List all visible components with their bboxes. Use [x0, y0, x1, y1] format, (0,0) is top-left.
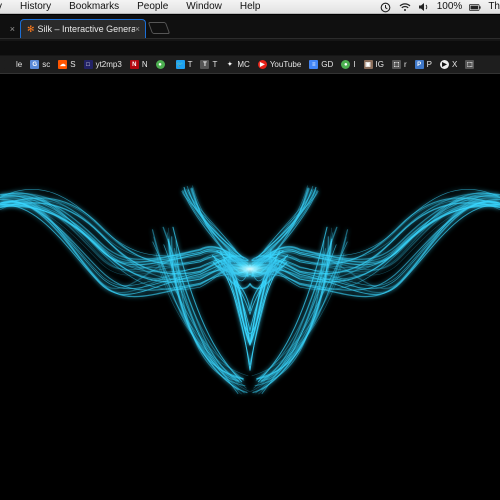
new-tab-button[interactable] — [147, 22, 171, 34]
bookmark-item[interactable]: ● — [152, 56, 172, 73]
bookmark-item[interactable]: ▣ IG — [360, 56, 388, 73]
toolbar — [0, 38, 500, 56]
bookmark-favicon-icon: ⬚ — [391, 60, 401, 69]
status-area: 100% Th — [380, 0, 500, 13]
silk-canvas[interactable] — [0, 74, 500, 500]
menu-bar: v History Bookmarks People Window Help 1… — [0, 0, 500, 14]
bookmark-label: le — [16, 60, 23, 69]
battery-icon[interactable] — [469, 1, 481, 13]
bookmark-label: sc — [42, 60, 51, 69]
address-bar[interactable] — [0, 41, 500, 55]
bookmark-label: GD — [321, 60, 334, 69]
bookmark-label: S — [70, 60, 76, 69]
bookmark-item[interactable]: ⬚ r — [388, 56, 411, 73]
bookmark-item[interactable]: 🐦 T — [172, 56, 197, 73]
silk-artwork — [0, 185, 500, 395]
bookmark-label: P — [426, 60, 432, 69]
silk-strand — [251, 204, 500, 283]
bookmark-item[interactable]: ● I — [337, 56, 359, 73]
close-icon[interactable]: × — [135, 24, 145, 34]
bookmark-favicon-icon — [4, 60, 13, 69]
silk-strand — [0, 204, 249, 269]
volume-icon[interactable] — [418, 1, 430, 13]
bookmark-item[interactable]: ⬚ — [461, 56, 481, 73]
bookmark-item[interactable]: ≡ GD — [305, 56, 337, 73]
bookmark-favicon-icon: N — [129, 60, 139, 69]
bookmark-favicon-icon: P — [414, 60, 424, 69]
bookmark-favicon-icon: ▶ — [439, 60, 449, 69]
bookmark-label: N — [141, 60, 148, 69]
bookmark-label: yt2mp3 — [95, 60, 122, 69]
bookmark-label: MC — [237, 60, 250, 69]
silk-strand — [0, 204, 249, 283]
menu-bookmarks[interactable]: Bookmarks — [60, 0, 128, 13]
bookmark-item[interactable]: □ yt2mp3 — [80, 56, 126, 73]
tab-strip: × ✻ Silk – Interactive Generative Art × — [0, 15, 500, 38]
tab-silk[interactable]: ✻ Silk – Interactive Generative Art × — [20, 19, 146, 38]
bookmark-favicon-icon: 🐦 — [175, 60, 185, 69]
silk-core-glow — [216, 255, 284, 283]
bookmark-favicon-icon: ▣ — [363, 60, 373, 69]
wifi-icon[interactable] — [399, 1, 411, 13]
bookmark-label: X — [451, 60, 458, 69]
bookmark-favicon-icon: ✦ — [225, 60, 235, 69]
bookmark-favicon-icon: □ — [83, 60, 93, 69]
bookmark-label: I — [353, 60, 356, 69]
bookmark-item[interactable]: Gsc — [26, 56, 54, 73]
menu-history[interactable]: History — [11, 0, 60, 13]
bookmark-item[interactable]: NN — [126, 56, 152, 73]
bookmark-favicon-icon: G — [30, 60, 40, 69]
bookmark-item[interactable]: le — [0, 56, 26, 73]
bookmark-favicon-icon: ● — [155, 60, 165, 69]
bookmark-item[interactable]: ✦ MC — [221, 56, 253, 73]
bookmark-label: IG — [375, 60, 384, 69]
bookmark-item[interactable]: TT — [196, 56, 221, 73]
menu-people[interactable]: People — [128, 0, 177, 13]
bookmark-label: r — [403, 60, 407, 69]
bookmark-favicon-icon: ≡ — [309, 60, 319, 69]
menu-view[interactable]: v — [0, 0, 11, 13]
tab-title: Silk – Interactive Generative Art — [37, 24, 135, 34]
bookmarks-bar: le Gsc ☁ S □ yt2mp3 N N ● 🐦 T T T ✦ MC ▶ YouTube ≡ GD ● I ▣ IG… — [0, 56, 500, 74]
bookmark-item[interactable]: ▶ X — [436, 56, 461, 73]
close-icon[interactable]: × — [10, 24, 20, 34]
menu-clock[interactable]: Th — [488, 0, 500, 13]
bookmark-label: T — [212, 60, 218, 69]
bookmark-label: T — [187, 60, 193, 69]
menu-help[interactable]: Help — [231, 0, 270, 13]
bookmark-favicon-icon: T — [200, 60, 210, 69]
bookmark-item[interactable]: PP — [411, 56, 436, 73]
silk-strand — [251, 204, 500, 269]
bookmark-favicon-icon: ☁ — [58, 60, 68, 69]
bookmark-item[interactable]: ▶ YouTube — [254, 56, 305, 73]
tab-previous[interactable]: × — [0, 19, 20, 38]
bookmark-label: YouTube — [269, 60, 302, 69]
bookmark-favicon-icon: ▶ — [257, 60, 267, 69]
silk-favicon-icon: ✻ — [27, 23, 35, 34]
bookmark-favicon-icon: ⬚ — [465, 60, 475, 69]
time-machine-icon[interactable] — [380, 1, 392, 13]
battery-percent: 100% — [436, 1, 463, 12]
menu-list: v History Bookmarks People Window Help — [0, 0, 270, 13]
menu-window[interactable]: Window — [177, 0, 231, 13]
bookmark-item[interactable]: ☁ S — [54, 56, 79, 73]
bookmark-favicon-icon: ● — [341, 60, 351, 69]
